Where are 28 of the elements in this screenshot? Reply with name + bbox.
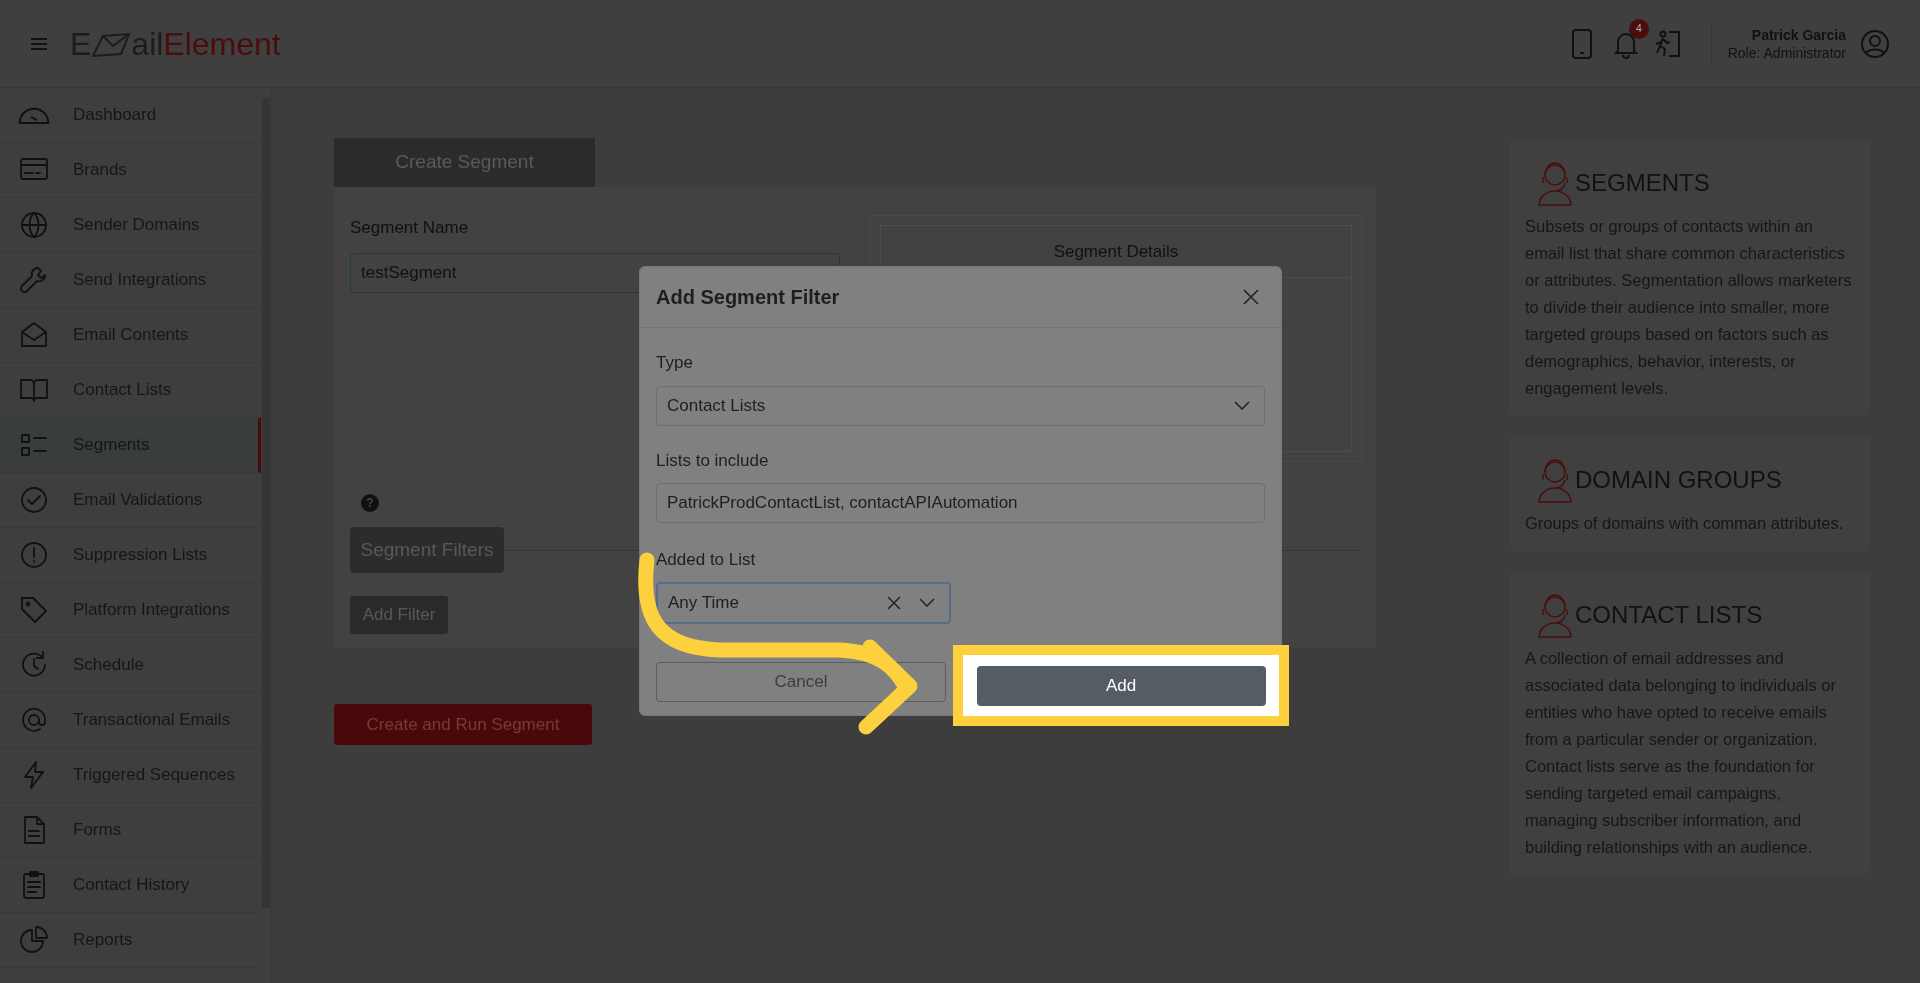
field-label: Type [656,352,694,374]
envelope-icon [91,31,132,58]
added-to-list-select[interactable]: Any Time [656,581,951,624]
headset-person-icon [1537,456,1573,504]
chevron-down-icon [1234,401,1250,410]
field-label: Lists to include [656,449,770,472]
cancel-button[interactable]: Cancel [656,661,946,702]
gauge-icon [18,106,50,124]
headset-person-icon [1537,591,1573,639]
globe-icon [18,209,50,241]
field-label: Added to List [656,549,757,571]
user-avatar-icon[interactable] [1860,28,1890,59]
headset-person-icon [1537,159,1573,207]
chevron-down-icon [919,598,935,607]
close-icon[interactable] [1242,288,1260,306]
lists-field[interactable]: PatrickProdContactList, contactAPIAutomation [656,483,1265,523]
check-circle-icon [18,484,50,516]
help-icon[interactable]: ? [361,494,379,512]
scrollbar[interactable] [262,98,270,908]
notification-badge: 4 [1628,18,1649,39]
add-button[interactable]: Add [976,665,1266,706]
tag-icon [18,594,50,626]
exclamation-circle-icon [18,539,50,571]
phone-icon[interactable] [1570,27,1593,60]
type-select[interactable]: Contact Lists [656,385,1265,426]
clear-icon[interactable] [887,595,901,610]
pie-chart-icon [18,924,50,956]
menu-icon[interactable] [30,35,48,52]
